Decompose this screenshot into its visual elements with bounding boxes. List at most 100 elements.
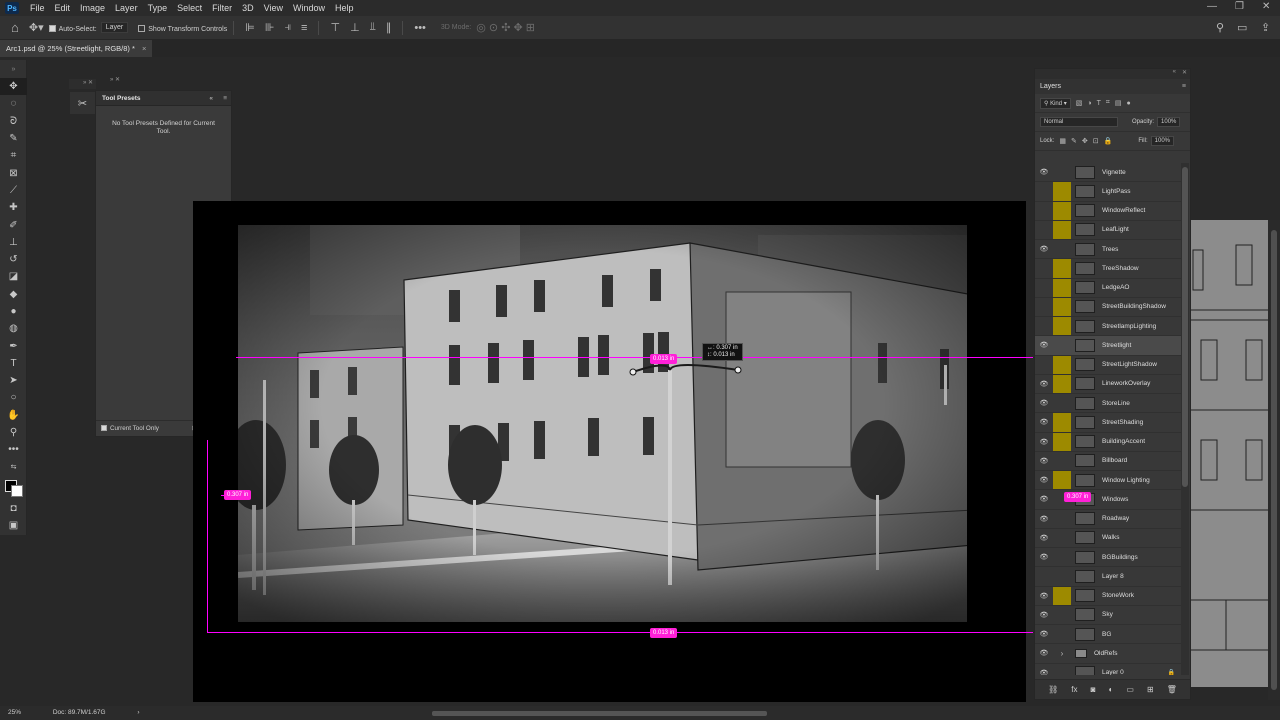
layer-row[interactable]: 👁 Roadway [1035,510,1182,529]
quick-mask-icon[interactable]: ◘ [0,500,27,517]
artwork-image[interactable] [238,225,967,622]
eyedropper-tool-icon[interactable]: ⟋ [0,182,27,199]
clone-stamp-icon[interactable]: ⊥ [0,234,27,251]
eye-icon[interactable]: 👁 [1035,375,1053,393]
layer-row[interactable]: 👁 StoreLine [1035,394,1182,414]
layer-row[interactable]: 👁 LineworkOverlay [1035,374,1182,394]
eraser-tool-icon[interactable]: ◪ [0,268,27,285]
collapse-panel-icon[interactable]: « [209,91,213,106]
blur-tool-icon[interactable]: ● [0,303,27,320]
layer-thumbnail[interactable] [1075,589,1095,603]
delete-layer-icon[interactable]: 🗑 [1167,685,1177,694]
lock-artboard-icon[interactable]: ⊡ [1093,137,1099,145]
filter-type-icon[interactable]: T [1097,100,1101,107]
hidden-eye-icon[interactable] [1035,259,1053,277]
layer-thumbnail[interactable] [1075,319,1095,333]
fill-input[interactable]: 100% [1150,136,1175,146]
menu-window[interactable]: Window [288,0,330,16]
align-bottom-icon[interactable]: ⫫ [365,21,381,34]
eye-icon[interactable]: 👁 [1035,529,1053,547]
layer-row[interactable]: LeafLight [1035,220,1182,240]
eye-icon[interactable]: 👁 [1035,163,1053,181]
layer-thumbnail[interactable] [1075,338,1095,352]
layer-row[interactable]: 👁 StoneWork [1035,586,1182,606]
filter-smart-object-icon[interactable]: ▤ [1115,99,1122,107]
paint-bucket-icon[interactable]: ◆ [0,286,27,303]
new-group-icon[interactable]: ▭ [1126,685,1134,694]
layer-name[interactable]: Window Lighting [1102,477,1150,484]
adjustment-layer-icon[interactable]: ◐ [1108,685,1113,694]
home-icon[interactable]: ⌂ [6,20,24,35]
filter-pixel-icon[interactable]: ▧ [1076,99,1083,107]
zoom-tool-icon[interactable]: ⚲ [0,424,27,441]
layer-name[interactable]: Sky [1102,611,1113,618]
filter-adjustment-icon[interactable]: ◑ [1087,100,1091,107]
eye-icon[interactable]: 👁 [1035,413,1053,431]
eye-icon[interactable]: 👁 [1035,625,1053,643]
layer-style-icon[interactable]: fx [1071,685,1077,694]
layer-row[interactable]: 👁 Window Lighting [1035,471,1182,491]
layer-thumbnail[interactable] [1075,454,1095,468]
layer-row[interactable]: 👁 Walks [1035,529,1182,548]
collapse-icon[interactable]: « [1173,69,1176,75]
layer-thumbnail[interactable] [1075,165,1095,179]
menu-select[interactable]: Select [172,0,207,16]
menu-help[interactable]: Help [330,0,359,16]
layer-name[interactable]: Vignette [1102,169,1126,176]
hidden-eye-icon[interactable] [1035,298,1053,316]
opacity-input[interactable]: 100% [1157,117,1181,127]
filter-toggle-icon[interactable]: ● [1126,100,1130,107]
layer-name[interactable]: Billboard [1102,457,1127,464]
hidden-eye-icon[interactable] [1035,202,1053,220]
document-tab[interactable]: Arc1.psd @ 25% (Streetlight, RGB/8) * × [0,40,153,57]
layer-name[interactable]: OldRefs [1094,650,1117,657]
eye-icon[interactable]: 👁 [1035,433,1053,451]
layer-thumbnail[interactable] [1075,223,1095,237]
layer-row[interactable]: 👁 StreetShading [1035,413,1182,433]
layer-row[interactable]: StreetLightShadow [1035,355,1182,375]
lock-transparent-icon[interactable]: ▦ [1059,137,1066,145]
layer-row[interactable]: TreeShadow [1035,259,1182,279]
layer-name[interactable]: LightPass [1102,188,1131,195]
eye-icon[interactable]: 👁 [1035,336,1053,354]
layer-row[interactable]: LedgeAO [1035,278,1182,298]
layer-row[interactable]: 👁 BuildingAccent [1035,432,1182,452]
expand-group-icon[interactable]: › [1053,644,1071,662]
layer-thumbnail[interactable] [1075,435,1095,449]
eye-icon[interactable]: 👁 [1035,471,1053,489]
layer-name[interactable]: BuildingAccent [1102,438,1145,445]
layer-thumbnail[interactable] [1075,184,1095,198]
folder-icon[interactable] [1075,648,1087,658]
layer-thumbnail[interactable] [1075,396,1095,410]
layer-row[interactable]: 👁 Trees [1035,240,1182,260]
more-options-icon[interactable]: ••• [409,22,431,34]
layer-thumbnail[interactable] [1075,531,1095,545]
layer-row[interactable]: WindowReflect [1035,201,1182,221]
layer-name[interactable]: StreetLightShadow [1102,361,1157,368]
eye-icon[interactable]: 👁 [1035,664,1053,675]
layer-name[interactable]: BG [1102,631,1111,638]
dodge-tool-icon[interactable]: ◍ [0,320,27,337]
lock-all-icon[interactable]: 🔒 [1104,137,1113,145]
history-brush-icon[interactable]: ↺ [0,251,27,268]
lock-position-icon[interactable]: ✥ [1082,137,1088,145]
swap-colors-icon[interactable]: ⇆ [0,459,27,476]
healing-brush-icon[interactable]: ✚ [0,199,27,216]
menu-filter[interactable]: Filter [207,0,237,16]
workspace-icon[interactable]: ▭ [1232,21,1252,34]
align-right-icon[interactable]: ⫣ [279,21,296,34]
menu-file[interactable]: File [25,0,50,16]
layer-name[interactable]: StoneWork [1102,592,1134,599]
layer-name[interactable]: Layer 0 [1102,669,1124,675]
layers-tab[interactable]: Layers [1040,83,1061,90]
layer-row[interactable]: 👁 Sky [1035,606,1182,625]
layer-thumbnail[interactable] [1075,608,1095,622]
toolbar-collapse-icon[interactable]: » [0,60,27,78]
panel-menu-icon[interactable]: ≡ [223,91,227,106]
close-window-button[interactable]: ✕ [1262,0,1270,14]
layer-row[interactable]: 👁 Windows [1035,490,1182,510]
path-select-icon[interactable]: ➤ [0,372,27,389]
ellipse-tool-icon[interactable]: ○ [0,389,27,406]
layer-row[interactable]: LightPass [1035,182,1182,202]
eye-icon[interactable]: 👁 [1035,510,1053,528]
